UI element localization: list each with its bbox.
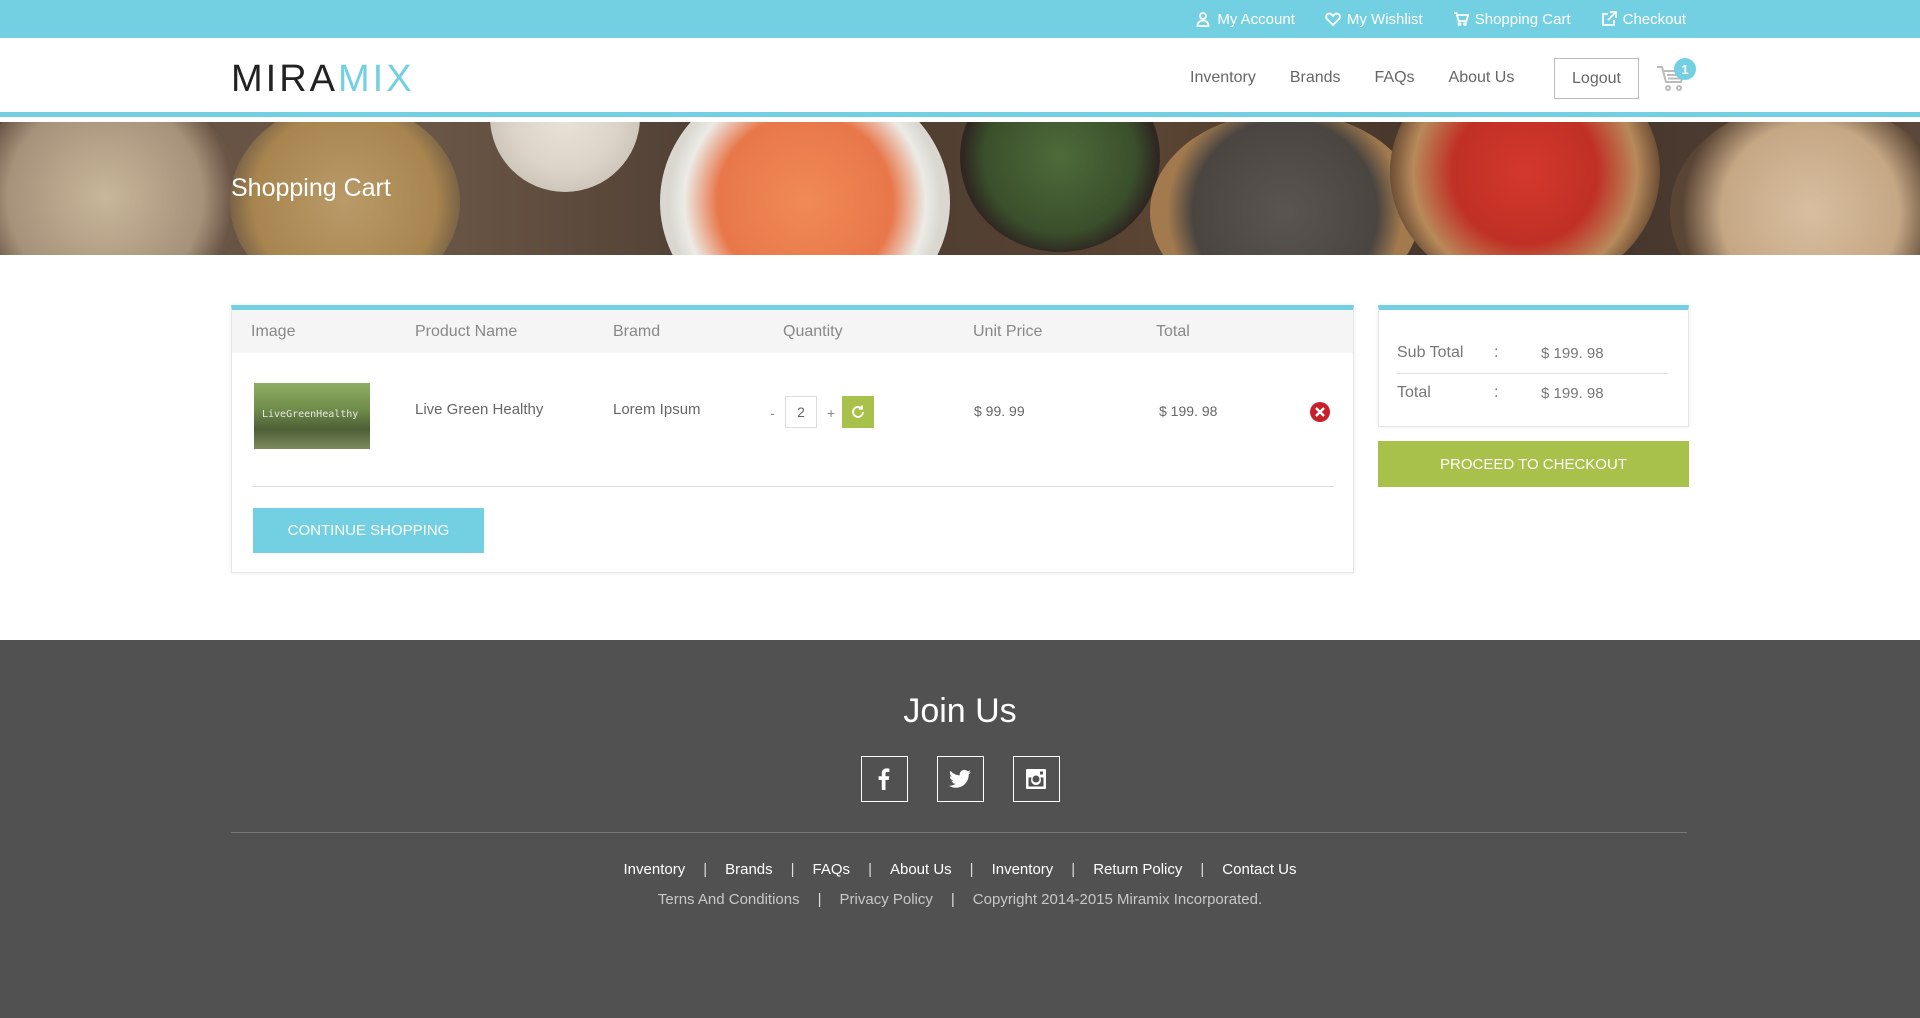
banner-food-image: [0, 122, 240, 255]
footer-separator: |: [703, 861, 708, 878]
top-bar-links: My Account My Wishlist Shopping Cart Che…: [1195, 0, 1686, 38]
quantity-increment-button[interactable]: +: [827, 405, 835, 421]
footer: Join Us Inventory | Brands | FAQs | Abou…: [0, 640, 1920, 1018]
footer-separator: |: [868, 861, 872, 878]
header-brand: Bramd: [613, 323, 661, 340]
footer-legal: Terns And Conditions | Privacy Policy | …: [0, 891, 1920, 908]
footer-link-inventory-2[interactable]: Inventory: [992, 861, 1054, 878]
miramix-logo[interactable]: MIRAMIX: [231, 60, 415, 98]
checkout-link[interactable]: Checkout: [1601, 11, 1686, 28]
my-account-link[interactable]: My Account: [1195, 11, 1295, 28]
social-links: [0, 756, 1920, 802]
product-brand: Lorem Ipsum: [613, 401, 701, 418]
nav-about-us[interactable]: About Us: [1449, 69, 1515, 87]
proceed-to-checkout-button[interactable]: PROCEED TO CHECKOUT: [1378, 441, 1689, 487]
my-wishlist-label: My Wishlist: [1346, 10, 1423, 28]
total-label: Total: [1397, 384, 1431, 401]
my-wishlist-link[interactable]: My Wishlist: [1325, 11, 1423, 28]
header-unit-price: Unit Price: [973, 323, 1043, 340]
header-quantity: Quantity: [783, 323, 843, 340]
banner-food-image: [1390, 122, 1660, 255]
subtotal-colon: :: [1494, 344, 1499, 361]
product-image-text: LiveGreenHealthy: [262, 409, 359, 420]
cart-panel: Image Product Name Bramd Quantity Unit P…: [231, 305, 1354, 573]
banner-food-image: [660, 122, 950, 255]
footer-link-about-us[interactable]: About Us: [890, 861, 952, 878]
cart-count-badge: 1: [1674, 58, 1696, 80]
total-value: $ 199. 98: [1541, 385, 1604, 402]
terms-link[interactable]: Terns And Conditions: [658, 891, 800, 908]
banner-food-image: [1150, 122, 1420, 255]
subtotal-label: Sub Total: [1397, 344, 1464, 361]
quantity-input[interactable]: [785, 396, 817, 428]
logo-part-2: MIX: [338, 58, 415, 100]
product-image[interactable]: LiveGreenHealthy: [254, 383, 370, 449]
nav-brands[interactable]: Brands: [1290, 69, 1341, 87]
footer-link-return-policy[interactable]: Return Policy: [1093, 861, 1182, 878]
header-total: Total: [1156, 323, 1190, 340]
facebook-icon: [878, 768, 890, 790]
facebook-button[interactable]: [860, 756, 908, 802]
order-summary: Sub Total : $ 199. 98 Total : $ 199. 98: [1378, 305, 1689, 427]
total-row: Total : $ 199. 98: [1397, 374, 1668, 414]
footer-link-brands[interactable]: Brands: [725, 861, 773, 878]
line-total: $ 199. 98: [1159, 403, 1218, 419]
join-us-title: Join Us: [903, 692, 1017, 730]
footer-link-faqs[interactable]: FAQs: [813, 861, 851, 878]
main-nav: Inventory Brands FAQs About Us: [1190, 38, 1514, 117]
top-bar: My Account My Wishlist Shopping Cart Che…: [0, 0, 1920, 38]
footer-link-inventory[interactable]: Inventory: [624, 861, 686, 878]
copyright-text: Copyright 2014-2015 Miramix Incorporated…: [972, 891, 1263, 908]
footer-divider: [231, 832, 1687, 833]
footer-separator: |: [790, 861, 795, 878]
logo-part-1: MIRA: [231, 58, 338, 100]
page-banner: Shopping Cart: [0, 122, 1920, 255]
total-colon: :: [1494, 384, 1499, 401]
privacy-policy-link[interactable]: Privacy Policy: [840, 891, 933, 908]
nav-inventory[interactable]: Inventory: [1190, 69, 1256, 87]
footer-separator: |: [969, 861, 974, 878]
twitter-button[interactable]: [936, 756, 984, 802]
cart-table-header: Image Product Name Bramd Quantity Unit P…: [232, 310, 1353, 353]
unit-price: $ 99. 99: [974, 403, 1025, 419]
footer-link-contact-us[interactable]: Contact Us: [1222, 861, 1296, 878]
product-name[interactable]: Live Green Healthy: [415, 401, 543, 418]
external-link-icon: [1601, 11, 1617, 26]
instagram-button[interactable]: [1012, 756, 1060, 802]
header-image: Image: [251, 323, 296, 340]
footer-separator: |: [950, 891, 955, 908]
continue-shopping-button[interactable]: CONTINUE SHOPPING: [253, 508, 484, 553]
close-icon: [1315, 407, 1325, 417]
footer-separator: |: [1071, 861, 1076, 878]
row-divider: [252, 486, 1334, 487]
page-title: Shopping Cart: [231, 174, 391, 202]
heart-icon: [1325, 12, 1341, 27]
twitter-icon: [949, 769, 971, 788]
subtotal-row: Sub Total : $ 199. 98: [1397, 334, 1668, 374]
banner-food-image: [490, 122, 640, 192]
logout-button[interactable]: Logout: [1554, 58, 1639, 99]
main-header: MIRAMIX Inventory Brands FAQs About Us L…: [0, 38, 1920, 117]
footer-separator: |: [1200, 861, 1205, 878]
checkout-label: Checkout: [1622, 10, 1686, 28]
banner-food-image: [960, 122, 1160, 252]
remove-item-button[interactable]: [1310, 402, 1330, 422]
instagram-icon: [1026, 769, 1046, 789]
banner-food-image: [1670, 122, 1920, 255]
refresh-icon: [852, 405, 864, 418]
nav-faqs[interactable]: FAQs: [1375, 69, 1415, 87]
footer-links: Inventory | Brands | FAQs | About Us | I…: [0, 861, 1920, 878]
shopping-cart-label: Shopping Cart: [1474, 10, 1571, 28]
header-product-name: Product Name: [415, 323, 518, 340]
update-quantity-button[interactable]: [842, 396, 874, 428]
my-account-label: My Account: [1217, 10, 1295, 28]
user-icon: [1196, 12, 1210, 27]
subtotal-value: $ 199. 98: [1541, 345, 1604, 362]
shopping-cart-link[interactable]: Shopping Cart: [1453, 11, 1571, 28]
footer-separator: |: [817, 891, 822, 908]
cart-icon: [1453, 12, 1469, 26]
quantity-decrement-button[interactable]: -: [770, 405, 775, 421]
